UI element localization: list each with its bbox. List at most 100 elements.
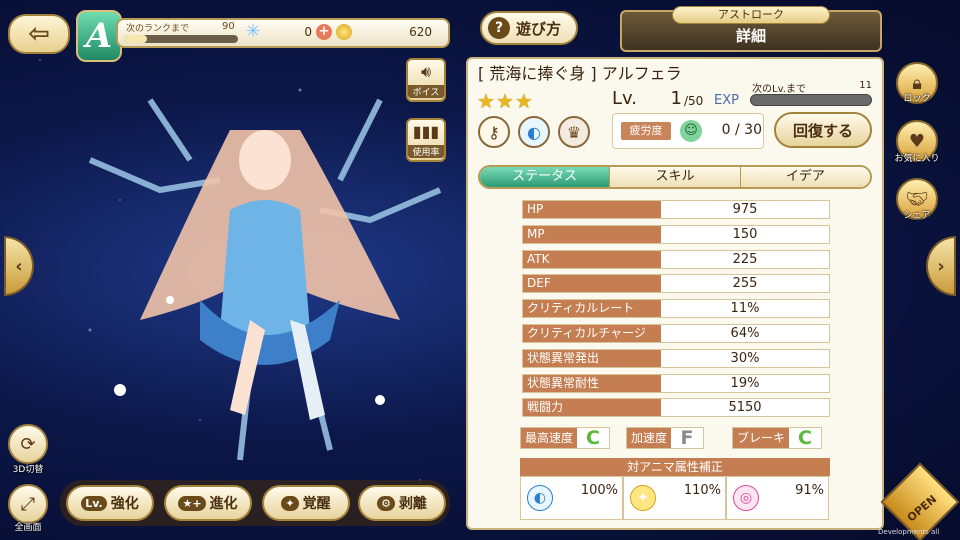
affinity-water-value: 100% bbox=[580, 483, 618, 498]
question-icon: ? bbox=[488, 17, 510, 39]
rank-value: 90 bbox=[222, 21, 235, 32]
crystal-icon: ✳ bbox=[245, 21, 261, 42]
coin-icon bbox=[336, 24, 352, 40]
stat-value: 11% bbox=[661, 300, 829, 318]
affinity-title: 対アニマ属性補正 bbox=[520, 458, 830, 476]
character-name: [ 荒海に捧ぐ身 ] アルフェラ bbox=[478, 64, 682, 83]
rotate-icon: ⟳ bbox=[20, 433, 36, 455]
view-3d-label: 3D切替 bbox=[12, 465, 44, 475]
water-wave-icon: ◐ bbox=[518, 116, 550, 148]
voice-button[interactable]: 🔊︎ ボイス bbox=[406, 58, 446, 102]
smile-face-icon: ☺ bbox=[680, 120, 702, 142]
expand-icon: ⤢ bbox=[20, 493, 36, 515]
star-plus-icon: ★+ bbox=[178, 495, 206, 511]
stat-value: 225 bbox=[661, 250, 829, 268]
enhance-label: 強化 bbox=[110, 496, 139, 512]
stat-row: MP 150 bbox=[522, 224, 830, 244]
fullscreen-label: 全画面 bbox=[14, 523, 42, 533]
level-value: 1 bbox=[670, 88, 682, 109]
affinity-light-value: 110% bbox=[683, 483, 721, 498]
rank-label: 次のランクまで bbox=[126, 24, 190, 34]
evolve-label: 進化 bbox=[209, 496, 238, 512]
stat-name: クリティカルチャージ bbox=[523, 325, 661, 342]
brake-label: ブレーキ bbox=[733, 428, 790, 448]
awaken-button[interactable]: ✦ 覚醒 bbox=[262, 485, 350, 521]
watermark: Developments all bbox=[878, 528, 940, 536]
stat-value: 64% bbox=[661, 325, 829, 342]
heart-icon: ♥ bbox=[908, 130, 926, 152]
title-category: アストローク bbox=[672, 6, 830, 24]
brake-grade: C bbox=[789, 428, 822, 448]
speed-row-max: 最高速度 C bbox=[520, 427, 611, 449]
chevron-right-icon: › bbox=[937, 255, 945, 277]
stat-value: 975 bbox=[661, 201, 829, 218]
stat-value: 5150 bbox=[661, 399, 829, 417]
usage-label: 使用率 bbox=[408, 145, 444, 158]
stat-name: DEF bbox=[523, 275, 661, 293]
affinity-spiral-value: 91% bbox=[795, 483, 824, 498]
gear-icon: ⚙ bbox=[377, 495, 395, 511]
fatigue-label: 疲労度 bbox=[621, 122, 671, 140]
rank-progress-bar bbox=[124, 35, 238, 43]
next-level-label: 次のLv.まで bbox=[752, 84, 806, 95]
stat-value: 255 bbox=[661, 275, 829, 293]
speed-row-brake: ブレーキ C bbox=[732, 427, 823, 449]
stat-row: 状態異常発出 30% bbox=[522, 348, 830, 368]
usage-button[interactable]: ▮▮▮ 使用率 bbox=[406, 118, 446, 162]
fullscreen-button[interactable]: ⤢ bbox=[8, 484, 48, 524]
stat-row: 戦闘力 5150 bbox=[522, 398, 830, 418]
view-3d-button[interactable]: ⟳ bbox=[8, 424, 48, 464]
affinity-light: ✦ 110% bbox=[623, 476, 726, 520]
back-button[interactable]: ⇦ bbox=[8, 14, 70, 54]
fatigue-value: 0 / 30 bbox=[721, 122, 762, 138]
level-up-icon: Lv. bbox=[81, 495, 107, 511]
enhance-button[interactable]: Lv. 強化 bbox=[66, 485, 154, 521]
crystal-count: 0 bbox=[304, 25, 312, 39]
stat-name: MP bbox=[523, 225, 661, 243]
title-plaque: アストローク 詳細 bbox=[620, 6, 882, 52]
stat-row: DEF 255 bbox=[522, 274, 830, 294]
page-title: 詳細 bbox=[735, 27, 766, 45]
recover-button[interactable]: 回復する bbox=[774, 112, 872, 148]
arrow-left-icon: ⇦ bbox=[28, 19, 50, 49]
crown-icon: ♛ bbox=[558, 116, 590, 148]
howto-label: 遊び方 bbox=[516, 19, 562, 38]
stat-name: クリティカルレート bbox=[523, 300, 661, 318]
coin-count: 620 bbox=[409, 25, 432, 39]
evolve-button[interactable]: ★+ 進化 bbox=[164, 485, 252, 521]
rank-panel: 次のランクまで 90 ✳ 0 + 620 bbox=[116, 18, 450, 48]
lock-label: ロック bbox=[903, 94, 931, 104]
accel-label: 加速度 bbox=[627, 428, 672, 448]
add-crystal-button[interactable]: + bbox=[316, 24, 332, 40]
stat-value: 19% bbox=[661, 374, 829, 392]
stat-value: 30% bbox=[661, 349, 829, 367]
level-label: Lv. bbox=[612, 88, 638, 109]
stat-value: 150 bbox=[661, 225, 829, 243]
speed-label: 最高速度 bbox=[521, 428, 578, 448]
next-level-value: 11 bbox=[859, 80, 872, 91]
detail-tabs: ステータス スキル イデア bbox=[478, 165, 872, 189]
speed-grade: C bbox=[577, 428, 610, 448]
star-icon: ★ bbox=[514, 89, 533, 113]
stat-name: 戦闘力 bbox=[523, 399, 661, 417]
voice-label: ボイス bbox=[408, 85, 444, 98]
tab-status[interactable]: ステータス bbox=[480, 167, 610, 187]
sparkle-icon: ✦ bbox=[281, 495, 299, 511]
tab-skill[interactable]: スキル bbox=[609, 167, 740, 187]
speaker-icon: 🔊︎ bbox=[420, 62, 432, 81]
spiral-icon: ◎ bbox=[733, 485, 759, 511]
tab-idea[interactable]: イデア bbox=[739, 167, 870, 187]
key-icon: ⚷ bbox=[478, 116, 510, 148]
detach-label: 剥離 bbox=[398, 496, 427, 512]
affinity-spiral: ◎ 91% bbox=[726, 476, 829, 520]
stat-row: 状態異常耐性 19% bbox=[522, 373, 830, 393]
exp-label: EXP bbox=[714, 93, 739, 108]
detach-button[interactable]: ⚙ 剥離 bbox=[358, 485, 446, 521]
character-illustration bbox=[88, 98, 442, 461]
star-icon: ★ bbox=[495, 89, 514, 113]
stat-row: HP 975 bbox=[522, 200, 830, 219]
howto-button[interactable]: ? 遊び方 bbox=[480, 11, 578, 45]
stat-row: クリティカルチャージ 64% bbox=[522, 324, 830, 343]
stat-row: ATK 225 bbox=[522, 249, 830, 269]
star-icon: ★ bbox=[477, 89, 495, 113]
